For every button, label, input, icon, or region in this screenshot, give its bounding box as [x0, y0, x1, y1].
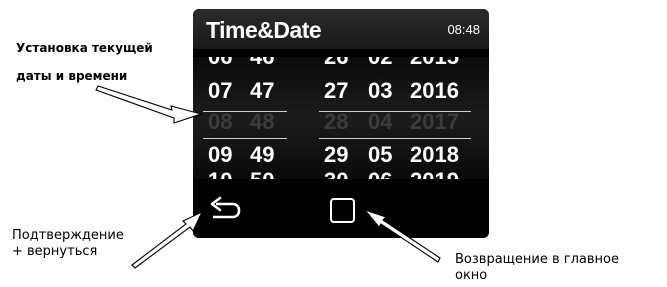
arrow-to-home-icon [363, 208, 441, 263]
callout-arrows [95, 85, 441, 269]
arrow-to-picker-icon [95, 85, 203, 124]
arrow-to-back-icon [131, 210, 204, 269]
